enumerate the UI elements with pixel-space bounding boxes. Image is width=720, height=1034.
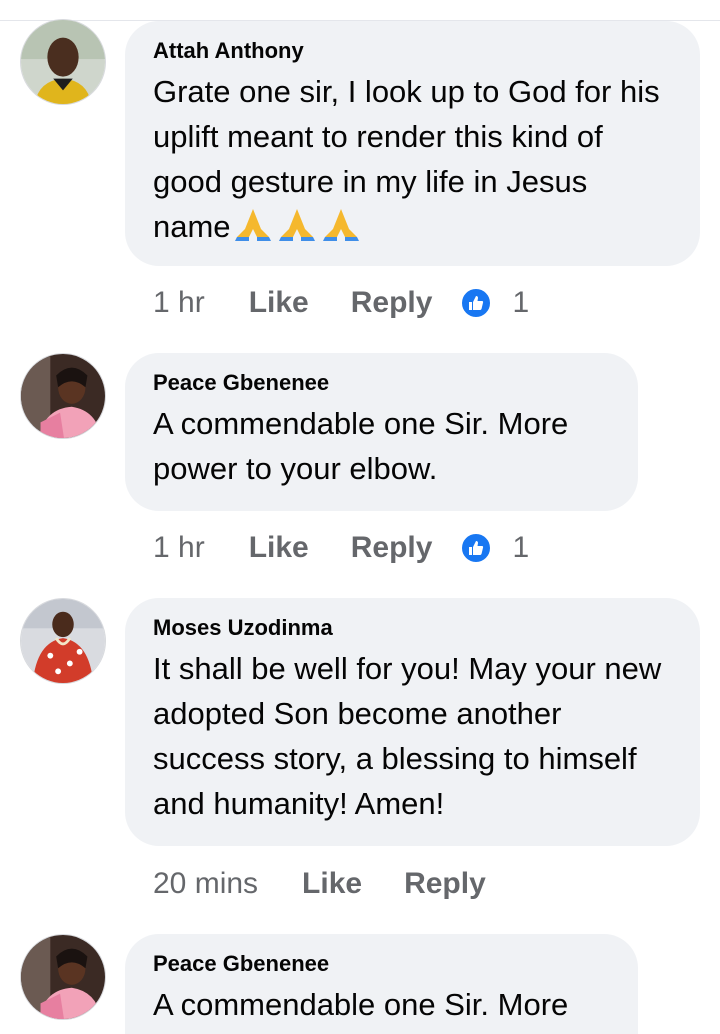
reaction-summary[interactable]: 1 <box>460 286 529 320</box>
comment-actions: 1 hr Like Reply 1 <box>153 528 529 568</box>
avatar[interactable] <box>20 19 106 105</box>
like-button[interactable]: Like <box>302 867 362 901</box>
like-button[interactable]: Like <box>249 531 309 565</box>
comment-author[interactable]: Moses Uzodinma <box>153 614 672 642</box>
thumbs-up-icon <box>460 287 493 319</box>
reply-button[interactable]: Reply <box>351 286 433 320</box>
like-button[interactable]: Like <box>249 286 309 320</box>
praying-hands-icon <box>231 207 275 241</box>
comment-actions: 20 mins Like Reply <box>153 864 514 904</box>
comment-author[interactable]: Peace Gbenenee <box>153 369 610 397</box>
comment-bubble: Peace Gbenenee A commendable one Sir. Mo… <box>125 934 638 1034</box>
thumbs-up-icon <box>460 532 493 564</box>
comment-author[interactable]: Peace Gbenenee <box>153 950 610 978</box>
reaction-count: 1 <box>512 286 530 319</box>
avatar[interactable] <box>20 934 106 1020</box>
praying-hands-icon <box>319 207 363 241</box>
avatar[interactable] <box>20 353 106 439</box>
praying-hands-icon <box>275 207 319 241</box>
comment-bubble: Attah Anthony Grate one sir, I look up t… <box>125 21 700 266</box>
comments-screen: Attah Anthony Grate one sir, I look up t… <box>0 0 720 1034</box>
comment-text: It shall be well for you! May your new a… <box>153 651 662 821</box>
comment-author[interactable]: Attah Anthony <box>153 37 672 65</box>
comment-text-body: Grate one sir, I look up to God for his … <box>153 74 660 244</box>
reaction-count: 1 <box>512 531 530 564</box>
reply-button[interactable]: Reply <box>351 531 433 565</box>
comment-timestamp[interactable]: 20 mins <box>153 867 258 901</box>
comment-text: Grate one sir, I look up to God for his … <box>153 69 672 249</box>
comment-actions: 1 hr Like Reply 1 <box>153 283 529 323</box>
reaction-summary[interactable]: 1 <box>460 531 529 565</box>
comment-timestamp[interactable]: 1 hr <box>153 286 205 320</box>
avatar[interactable] <box>20 598 106 684</box>
comment-text: A commendable one Sir. More power to you… <box>153 406 569 486</box>
reply-button[interactable]: Reply <box>404 867 486 901</box>
comment-bubble: Peace Gbenenee A commendable one Sir. Mo… <box>125 353 638 511</box>
comment-text: A commendable one Sir. More <box>153 987 569 1022</box>
comment-bubble: Moses Uzodinma It shall be well for you!… <box>125 598 700 846</box>
comment-timestamp[interactable]: 1 hr <box>153 531 205 565</box>
